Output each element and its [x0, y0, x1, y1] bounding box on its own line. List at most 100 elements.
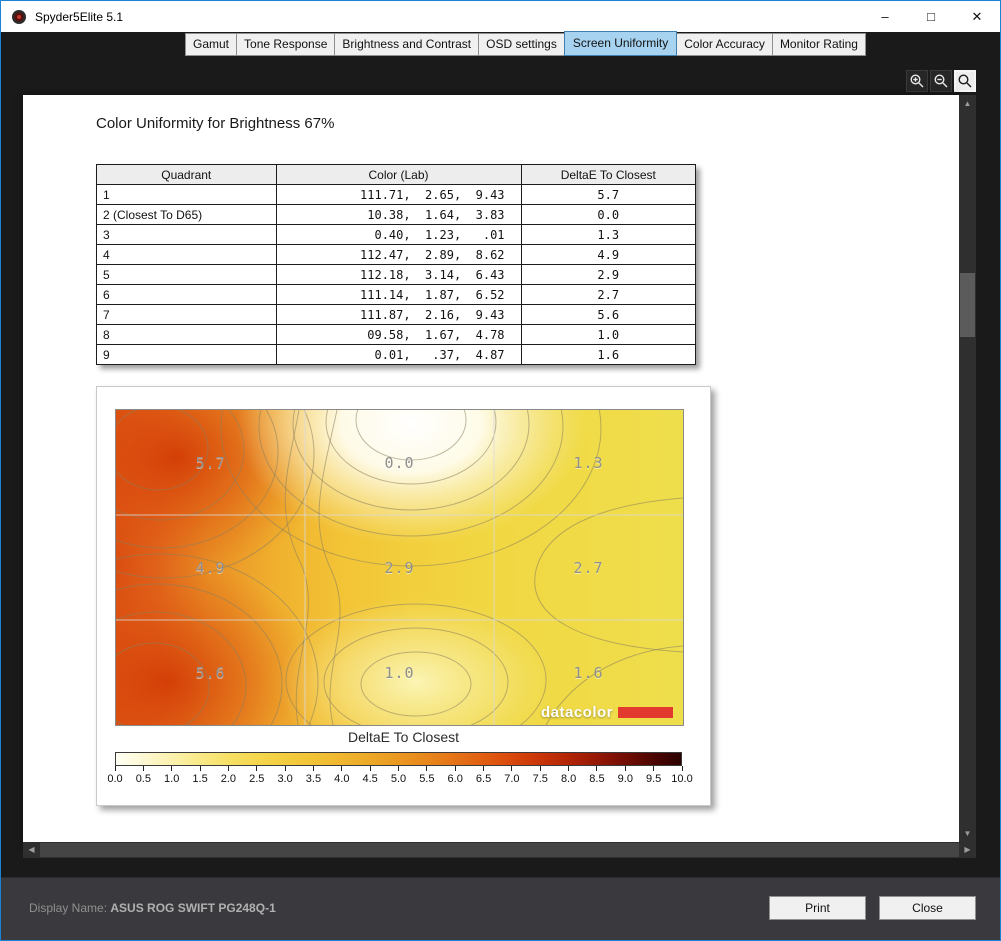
scale-tick — [426, 766, 427, 771]
close-icon: ✕ — [972, 9, 983, 24]
status-bar: Display Name: ASUS ROG SWIFT PG248Q-1 Pr… — [1, 877, 1000, 940]
column-header-color-lab: Color (Lab) — [276, 165, 521, 185]
scale-tick-label: 1.5 — [185, 773, 215, 785]
scale-tick-label: 8.5 — [582, 773, 612, 785]
print-button[interactable]: Print — [769, 896, 866, 920]
table-row: 8 09.58, 1.67, 4.781.0 — [97, 325, 696, 345]
heatmap-plot: 5.70.01.34.92.92.75.61.01.6 datacolor — [115, 409, 684, 726]
table-row: 6111.14, 1.87, 6.522.7 — [97, 285, 696, 305]
scale-tick — [115, 766, 116, 771]
scale-tick — [285, 766, 286, 771]
column-header-deltae: DeltaE To Closest — [521, 165, 695, 185]
zoom-area-button[interactable] — [954, 70, 976, 92]
logo-red-bar — [618, 707, 673, 718]
horizontal-scrollbar[interactable]: ◀ ▶ — [23, 842, 976, 858]
scale-tick-label: 3.0 — [270, 773, 300, 785]
title-bar: Spyder5Elite 5.1 – □ ✕ — [1, 1, 1000, 32]
minimize-button[interactable]: – — [862, 1, 908, 32]
scale-tick-label: 0.5 — [128, 773, 158, 785]
scale-tick-label: 10.0 — [667, 773, 697, 785]
scale-tick — [653, 766, 654, 771]
datacolor-logo: datacolor — [541, 704, 673, 721]
scale-tick — [143, 766, 144, 771]
zoom-out-icon — [933, 73, 949, 89]
table-row: 3 0.40, 1.23, .011.3 — [97, 225, 696, 245]
app-icon[interactable] — [10, 8, 28, 26]
heatmap-surface — [116, 410, 683, 725]
scroll-left-icon[interactable]: ◀ — [23, 842, 40, 858]
scale-tick-label: 5.5 — [412, 773, 442, 785]
tab-brightness-and-contrast[interactable]: Brightness and Contrast — [334, 33, 479, 56]
scale-tick — [398, 766, 399, 771]
scroll-down-icon[interactable]: ▼ — [959, 825, 976, 842]
scale-tick — [228, 766, 229, 771]
scale-ticks: 0.00.51.01.52.02.53.03.54.04.55.05.56.06… — [115, 766, 682, 790]
vertical-scrollbar-thumb[interactable] — [960, 273, 975, 337]
scale-tick — [625, 766, 626, 771]
zoom-in-button[interactable] — [906, 70, 928, 92]
scale-tick-label: 9.5 — [639, 773, 669, 785]
tab-osd-settings[interactable]: OSD settings — [478, 33, 565, 56]
zoom-area-icon — [957, 73, 973, 89]
window-title: Spyder5Elite 5.1 — [35, 10, 123, 24]
scroll-up-icon[interactable]: ▲ — [959, 95, 976, 112]
tab-screen-uniformity[interactable]: Screen Uniformity — [564, 31, 677, 56]
scale-tick — [341, 766, 342, 771]
table-row: 9 0.01, .37, 4.871.6 — [97, 345, 696, 365]
scale-tick — [256, 766, 257, 771]
scale-tick — [568, 766, 569, 771]
scale-tick-label: 4.5 — [355, 773, 385, 785]
app-window: Spyder5Elite 5.1 – □ ✕ GamutTone Respons… — [0, 0, 1001, 941]
color-scale-title: DeltaE To Closest — [97, 729, 710, 745]
column-header-quadrant: Quadrant — [97, 165, 277, 185]
tab-tone-response[interactable]: Tone Response — [236, 33, 335, 56]
scale-tick-label: 6.0 — [440, 773, 470, 785]
close-button[interactable]: Close — [879, 896, 976, 920]
report-title: Color Uniformity for Brightness 67% — [96, 115, 334, 132]
table-row: 4112.47, 2.89, 8.624.9 — [97, 245, 696, 265]
uniformity-table: Quadrant Color (Lab) DeltaE To Closest 1… — [96, 164, 696, 365]
vertical-scrollbar[interactable]: ▲ ▼ — [959, 95, 976, 842]
maximize-button[interactable]: □ — [908, 1, 954, 32]
scale-tick — [540, 766, 541, 771]
scale-tick-label: 2.0 — [213, 773, 243, 785]
scale-tick-label: 4.0 — [327, 773, 357, 785]
scale-tick — [682, 766, 683, 771]
scale-tick — [511, 766, 512, 771]
report-page: Color Uniformity for Brightness 67% Quad… — [23, 95, 959, 846]
uniformity-table-body: 1111.71, 2.65, 9.435.72 (Closest To D65)… — [97, 185, 696, 365]
scale-tick-label: 2.5 — [242, 773, 272, 785]
tab-bar: GamutTone ResponseBrightness and Contras… — [1, 32, 1000, 56]
scroll-right-icon[interactable]: ▶ — [959, 842, 976, 858]
scale-tick — [171, 766, 172, 771]
scale-tick-label: 1.0 — [157, 773, 187, 785]
zoom-in-icon — [909, 73, 925, 89]
scale-tick-label: 6.5 — [469, 773, 499, 785]
scale-tick — [455, 766, 456, 771]
table-row: 7111.87, 2.16, 9.435.6 — [97, 305, 696, 325]
minimize-icon: – — [881, 9, 888, 24]
scale-tick — [313, 766, 314, 771]
tab-monitor-rating[interactable]: Monitor Rating — [772, 33, 866, 56]
maximize-icon: □ — [927, 9, 935, 24]
uniformity-chart: 5.70.01.34.92.92.75.61.01.6 datacolor De… — [96, 386, 711, 806]
tab-gamut[interactable]: Gamut — [185, 33, 237, 56]
table-row: 1111.71, 2.65, 9.435.7 — [97, 185, 696, 205]
tab-color-accuracy[interactable]: Color Accuracy — [676, 33, 773, 56]
table-header-row: Quadrant Color (Lab) DeltaE To Closest — [97, 165, 696, 185]
display-name-value: ASUS ROG SWIFT PG248Q-1 — [110, 901, 275, 915]
close-window-button[interactable]: ✕ — [954, 1, 1000, 32]
zoom-toolbar — [906, 70, 976, 92]
zoom-out-button[interactable] — [930, 70, 952, 92]
scale-tick — [596, 766, 597, 771]
table-row: 2 (Closest To D65) 10.38, 1.64, 3.830.0 — [97, 205, 696, 225]
content-area: Color Uniformity for Brightness 67% Quad… — [1, 56, 1000, 877]
color-scale-bar — [115, 752, 682, 766]
scale-tick-label: 5.0 — [384, 773, 414, 785]
table-row: 5112.18, 3.14, 6.432.9 — [97, 265, 696, 285]
horizontal-scrollbar-thumb[interactable] — [40, 843, 959, 857]
scale-tick-label: 9.0 — [610, 773, 640, 785]
logo-text: datacolor — [541, 704, 613, 721]
scale-tick-label: 3.5 — [298, 773, 328, 785]
display-name-label: Display Name: — [29, 901, 107, 915]
